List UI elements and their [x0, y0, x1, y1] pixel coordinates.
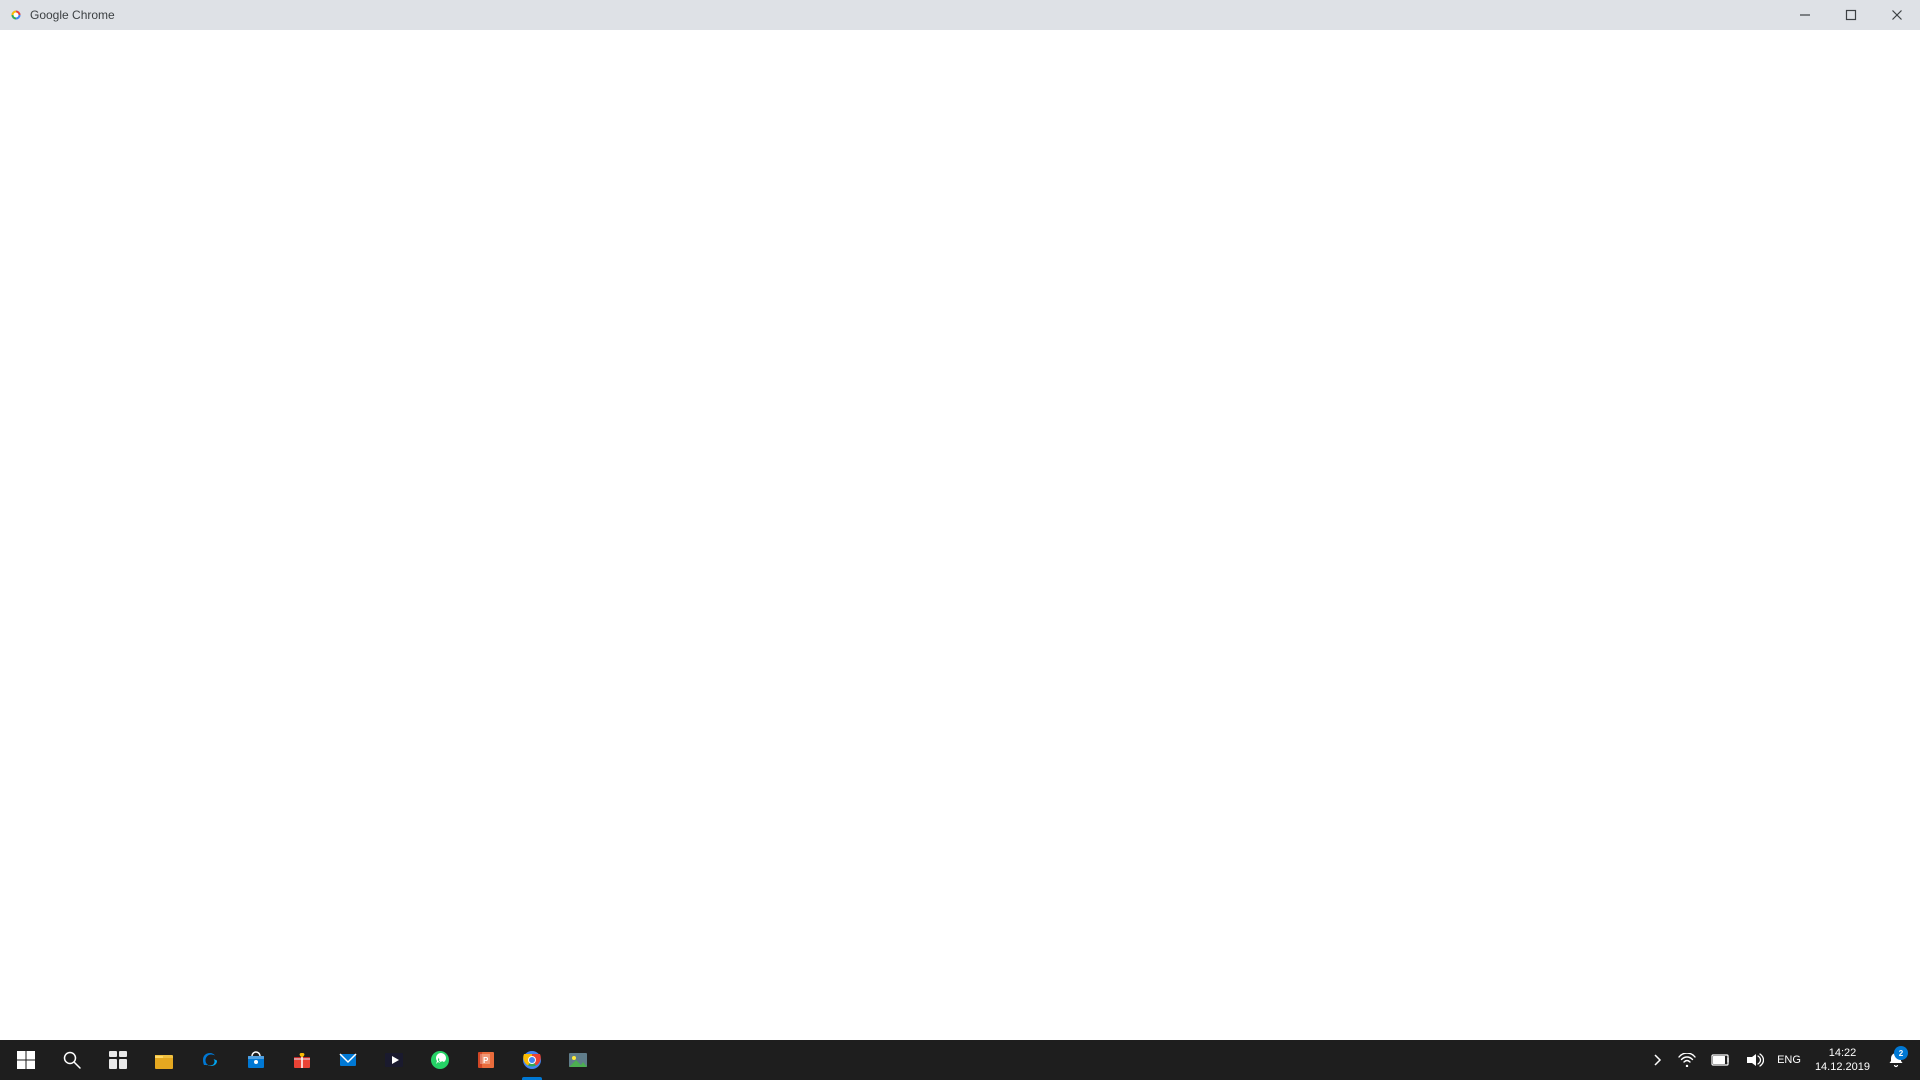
taskbar-icon-chrome[interactable]	[510, 1040, 554, 1080]
title-bar-text: Google Chrome	[30, 8, 115, 22]
wifi-icon[interactable]	[1671, 1040, 1703, 1080]
start-button[interactable]	[4, 1040, 48, 1080]
window-controls	[1782, 0, 1920, 30]
notification-button[interactable]: 2	[1880, 1040, 1912, 1080]
datetime-display[interactable]: 14:22 14.12.2019	[1807, 1040, 1878, 1080]
time-display: 14:22	[1829, 1046, 1857, 1060]
task-view-button[interactable]	[96, 1040, 140, 1080]
battery-icon[interactable]	[1705, 1040, 1737, 1080]
show-hidden-icons-button[interactable]	[1645, 1040, 1669, 1080]
taskbar-icon-edge[interactable]	[188, 1040, 232, 1080]
taskbar-icon-whatsapp[interactable]	[418, 1040, 462, 1080]
title-bar-left: Google Chrome	[8, 7, 115, 23]
taskbar-icon-media[interactable]	[372, 1040, 416, 1080]
date-display: 14.12.2019	[1815, 1060, 1870, 1074]
chrome-logo-icon	[8, 7, 24, 23]
language-indicator[interactable]: ENG	[1773, 1040, 1805, 1080]
taskbar-icon-image-viewer[interactable]	[556, 1040, 600, 1080]
taskbar-icon-powerpoint[interactable]: P	[464, 1040, 508, 1080]
taskbar-search-button[interactable]	[50, 1040, 94, 1080]
browser-content-area	[0, 30, 1920, 1040]
taskbar-icon-mail[interactable]	[326, 1040, 370, 1080]
taskbar-icon-store[interactable]	[234, 1040, 278, 1080]
taskbar-icon-file-explorer[interactable]	[142, 1040, 186, 1080]
system-tray: ENG 14:22 14.12.2019 2	[1641, 1040, 1916, 1080]
notification-badge: 2	[1894, 1046, 1908, 1060]
taskbar: P	[0, 1040, 1920, 1080]
minimize-button[interactable]	[1782, 0, 1828, 30]
volume-icon[interactable]	[1739, 1040, 1771, 1080]
title-bar: Google Chrome	[0, 0, 1920, 30]
taskbar-icon-gift[interactable]	[280, 1040, 324, 1080]
svg-text:P: P	[483, 1056, 489, 1065]
close-button[interactable]	[1874, 0, 1920, 30]
maximize-button[interactable]	[1828, 0, 1874, 30]
